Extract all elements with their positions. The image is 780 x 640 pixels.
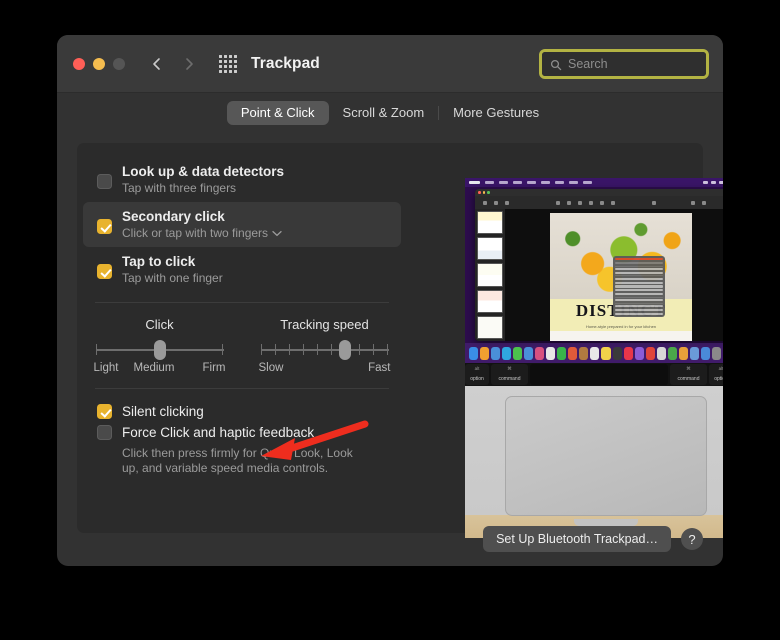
slider-tick [331,344,333,355]
divider-below-sliders [95,388,389,389]
slider-tick [289,344,291,355]
tab-point-and-click[interactable]: Point & Click [227,101,329,125]
option-row-silent-clicking[interactable]: Silent clicking [97,401,393,422]
settings-panel: Look up & data detectors Tap with three … [77,143,703,533]
checkbox-silent-clicking[interactable] [97,404,112,419]
checkbox-tap-to-click[interactable] [97,264,112,279]
option-subtitle: Tap with three fingers [122,181,284,195]
bottom-options-section: Silent clicking Force Click and haptic f… [77,399,407,476]
demo-dock [465,343,723,363]
demo-key-option-left: alt option [465,364,489,385]
option-title: Force Click and haptic feedback [122,425,314,440]
demo-trackpad-notch [574,519,638,526]
option-subtitle-popup[interactable]: Click or tap with two fingers [122,226,282,240]
slider-tick [387,344,389,355]
option-subtitle: Tap with one finger [122,271,223,285]
sliders-section: Click Light Medium Firm Tr [77,313,407,378]
demo-context-menu [613,256,665,317]
slider-tracking-speed: Tracking speed [242,317,407,378]
page-title: Trackpad [251,55,320,73]
tab-bar: Point & Click Scroll & Zoom More Gesture… [57,93,723,133]
demo-key-command-right: ⌘ command [670,364,707,385]
show-all-icon[interactable] [219,55,237,73]
demo-key-spacebar [530,364,668,385]
slider-tracking-line [261,349,389,351]
slider-click-track[interactable] [96,342,224,358]
checkbox-force-click[interactable] [97,425,112,440]
option-title: Secondary click [122,209,282,224]
trackpad-preferences-window: Trackpad Search Point & Click Scroll & Z… [57,35,723,566]
option-row-force-click[interactable]: Force Click and haptic feedback [97,422,393,443]
window-titlebar: Trackpad Search [57,35,723,93]
option-row-secondary-click[interactable]: Secondary click Click or tap with two fi… [83,202,401,247]
checkbox-secondary-click[interactable] [97,219,112,234]
slider-tick [222,344,224,355]
option-row-tap-to-click[interactable]: Tap to click Tap with one finger [83,247,401,292]
close-button[interactable] [73,58,85,70]
checkbox-look-up-and-data-detectors[interactable] [97,174,112,189]
demo-document-subtitle: Home-style prepared in for your kitchen [586,324,656,329]
slider-tick [317,344,319,355]
option-title: Tap to click [122,254,223,269]
traffic-lights [73,58,125,70]
search-placeholder: Search [568,57,608,71]
demo-macbook-palmrest [465,386,723,538]
demo-app-body: DISTINCT Home-style prepared in for your… [475,209,723,341]
slider-tick [275,344,277,355]
tab-scroll-and-zoom[interactable]: Scroll & Zoom [329,101,439,125]
option-subtitle-text: Click or tap with two fingers [122,226,268,240]
settings-left-column: Look up & data detectors Tap with three … [77,143,407,533]
slider-tracking-speed-track[interactable] [261,342,389,358]
demo-document-canvas: DISTINCT Home-style prepared in for your… [505,209,723,341]
option-title: Look up & data detectors [122,164,284,179]
demo-page-thumbnails [475,209,505,341]
forward-chevron-icon [181,56,197,72]
slider-tick [96,344,98,355]
secondary-click-demo-video: DISTINCT Home-style prepared in for your… [465,178,723,538]
slider-tick [373,344,375,355]
slider-click-title: Click [145,317,173,332]
demo-trackpad-surface [505,396,707,516]
demo-app-toolbar [475,196,723,209]
demo-keyboard-row: alt option ⌘ command ⌘ command alt optio… [465,363,723,386]
demo-pages-window: DISTINCT Home-style prepared in for your… [475,189,723,341]
demo-menubar [465,178,723,187]
minimize-button[interactable] [93,58,105,70]
divider-above-sliders [95,302,389,303]
slider-click-knob[interactable] [154,340,166,360]
slider-tick [303,344,305,355]
demo-app-titlebar [475,189,723,196]
search-field[interactable]: Search [542,52,706,76]
option-title: Silent clicking [122,404,204,419]
slider-label-slow: Slow [259,362,284,374]
window-footer: Set Up Bluetooth Trackpad… ? [483,526,703,552]
back-chevron-icon[interactable] [149,56,165,72]
set-up-bluetooth-trackpad-button[interactable]: Set Up Bluetooth Trackpad… [483,526,671,552]
slider-tick [261,344,263,355]
slider-label-light: Light [94,362,119,374]
demo-key-command-left: ⌘ command [491,364,528,385]
option-row-look-up-and-data-detectors[interactable]: Look up & data detectors Tap with three … [83,157,401,202]
demo-key-option-right: alt option [709,364,723,385]
slider-click: Click Light Medium Firm [77,317,242,378]
slider-label-medium: Medium [134,362,175,374]
search-field-focus-ring: Search [539,49,709,79]
slider-tracking-speed-labels: Slow Fast [261,362,389,378]
tab-more-gestures[interactable]: More Gestures [439,101,553,125]
slider-click-labels: Light Medium Firm [96,362,224,378]
help-button[interactable]: ? [681,528,703,550]
search-icon [550,58,562,70]
slider-tracking-speed-title: Tracking speed [280,317,368,332]
chevron-down-icon[interactable] [272,226,282,240]
slider-label-fast: Fast [368,362,390,374]
demo-mac-screen: DISTINCT Home-style prepared in for your… [465,178,723,363]
demo-document-page: DISTINCT Home-style prepared in for your… [550,213,692,341]
slider-tick [359,344,361,355]
zoom-button [113,58,125,70]
force-click-description: Click then press firmly for Quick Look, … [122,446,372,476]
slider-label-firm: Firm [203,362,226,374]
navigation-buttons [149,56,197,72]
slider-tracking-speed-knob[interactable] [339,340,351,360]
